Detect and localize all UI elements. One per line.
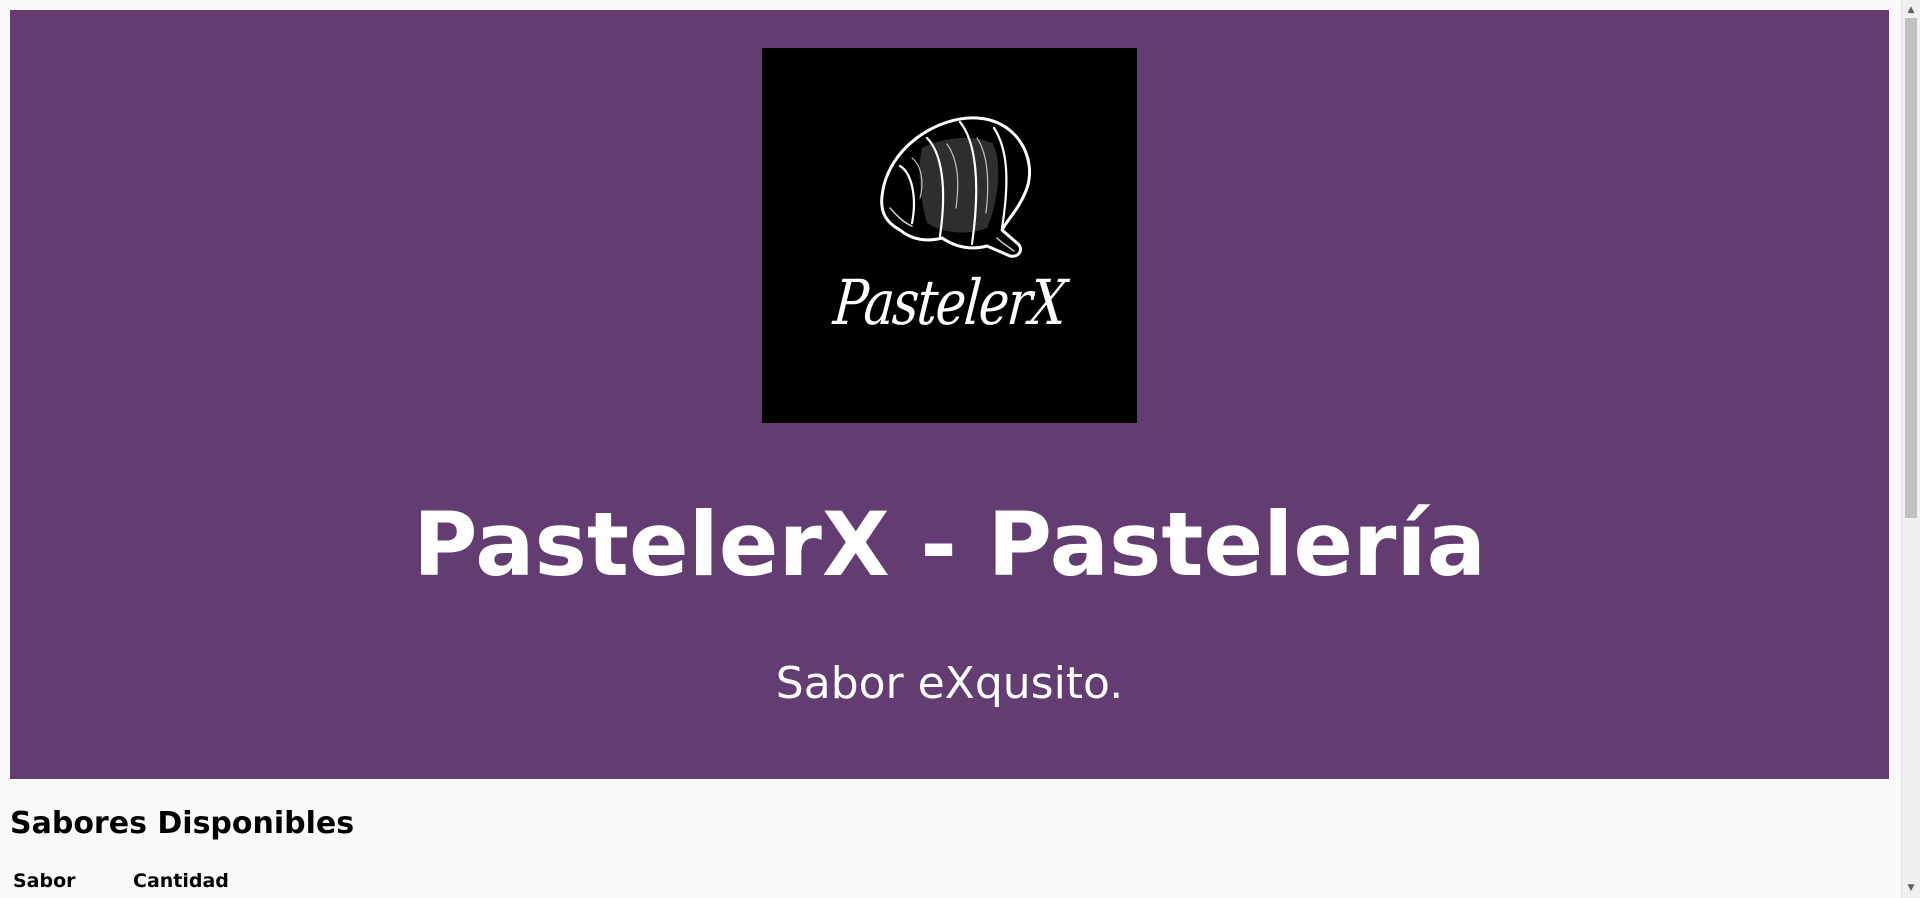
page-subtitle: Sabor eXqusito. bbox=[775, 658, 1124, 709]
table-header-row: Sabor Cantidad bbox=[10, 866, 232, 896]
page: PastelerX PastelerX - Pastelería Sabor e… bbox=[0, 0, 1920, 898]
column-header-sabor: Sabor bbox=[13, 870, 76, 892]
brand-logo: PastelerX bbox=[762, 48, 1137, 423]
chevron-down-icon[interactable]: ▼ bbox=[1902, 880, 1920, 896]
flavors-table: Sabor Cantidad bbox=[10, 866, 232, 896]
logo-wordmark: PastelerX bbox=[830, 266, 1069, 339]
scrollbar-thumb[interactable] bbox=[1905, 18, 1917, 518]
hero-banner: PastelerX PastelerX - Pastelería Sabor e… bbox=[10, 10, 1889, 779]
croissant-icon bbox=[880, 116, 1032, 258]
page-title: PastelerX - Pastelería bbox=[413, 493, 1486, 596]
vertical-scrollbar[interactable]: ▲ ▼ bbox=[1901, 0, 1920, 898]
flavors-section-title: Sabores Disponibles bbox=[10, 806, 355, 841]
chevron-up-icon[interactable]: ▲ bbox=[1902, 2, 1920, 18]
column-header-cantidad: Cantidad bbox=[133, 870, 229, 892]
